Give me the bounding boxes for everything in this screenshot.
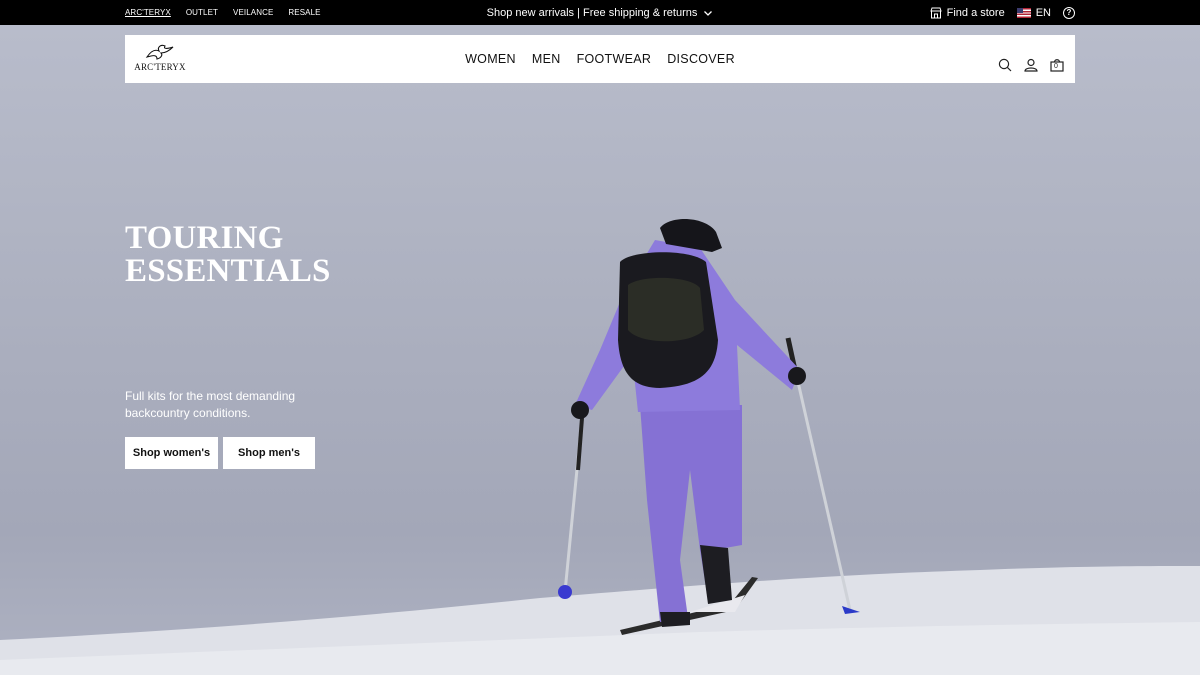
hero-title: TOURING ESSENTIALS <box>125 222 331 288</box>
language-label: EN <box>1035 6 1051 19</box>
brand-link-outlet[interactable]: OUTLET <box>186 8 218 17</box>
hero-cta-group: Shop women's Shop men's <box>125 437 315 469</box>
main-nav: WOMEN MEN FOOTWEAR DISCOVER <box>125 35 1075 83</box>
site-header: ARC'TERYX WOMEN MEN FOOTWEAR DISCOVER 0 <box>125 35 1075 83</box>
find-store-label: Find a store <box>946 6 1005 19</box>
chevron-down-icon[interactable] <box>703 8 713 18</box>
left-pole-basket <box>558 585 572 599</box>
shop-women-button[interactable]: Shop women's <box>125 437 218 469</box>
hero-subtitle: Full kits for the most demanding backcou… <box>125 389 296 420</box>
archaeopteryx-icon <box>145 44 174 60</box>
nav-discover[interactable]: DISCOVER <box>667 52 735 66</box>
nav-footwear[interactable]: FOOTWEAR <box>577 52 652 66</box>
search-icon[interactable] <box>997 57 1013 73</box>
header-icons: 0 <box>997 57 1065 73</box>
arcteryx-logo[interactable]: ARC'TERYX <box>134 43 186 75</box>
left-glove <box>571 401 589 419</box>
top-utility-bar: ARC'TERYX OUTLET VEILANCE RESALE Shop ne… <box>0 0 1200 25</box>
brand-link-arcteryx[interactable]: ARC'TERYX <box>125 8 171 17</box>
hero-title-line1: TOURING <box>125 220 284 256</box>
logo-text: ARC'TERYX <box>134 62 186 72</box>
language-selector[interactable]: EN <box>1016 6 1051 19</box>
utility-right: Find a store EN ? <box>929 0 1075 25</box>
brand-links: ARC'TERYX OUTLET VEILANCE RESALE <box>125 0 321 25</box>
right-glove <box>788 367 806 385</box>
help-icon[interactable]: ? <box>1063 6 1075 19</box>
us-flag-icon <box>1016 7 1031 18</box>
brand-link-veilance[interactable]: VEILANCE <box>233 8 273 17</box>
store-icon <box>929 7 942 18</box>
nav-men[interactable]: MEN <box>532 52 561 66</box>
cart-count: 0 <box>1054 63 1058 70</box>
hero-title-line2: ESSENTIALS <box>125 253 331 289</box>
shop-men-button[interactable]: Shop men's <box>223 437 315 469</box>
promo-text[interactable]: Shop new arrivals | Free shipping & retu… <box>487 7 698 19</box>
hero-image <box>0 219 1200 675</box>
hero-banner <box>0 25 1200 675</box>
brand-link-resale[interactable]: RESALE <box>288 8 320 17</box>
nav-women[interactable]: WOMEN <box>465 52 516 66</box>
account-icon[interactable] <box>1023 57 1039 73</box>
cart-icon[interactable]: 0 <box>1049 57 1065 73</box>
find-store-link[interactable]: Find a store <box>929 6 1005 19</box>
